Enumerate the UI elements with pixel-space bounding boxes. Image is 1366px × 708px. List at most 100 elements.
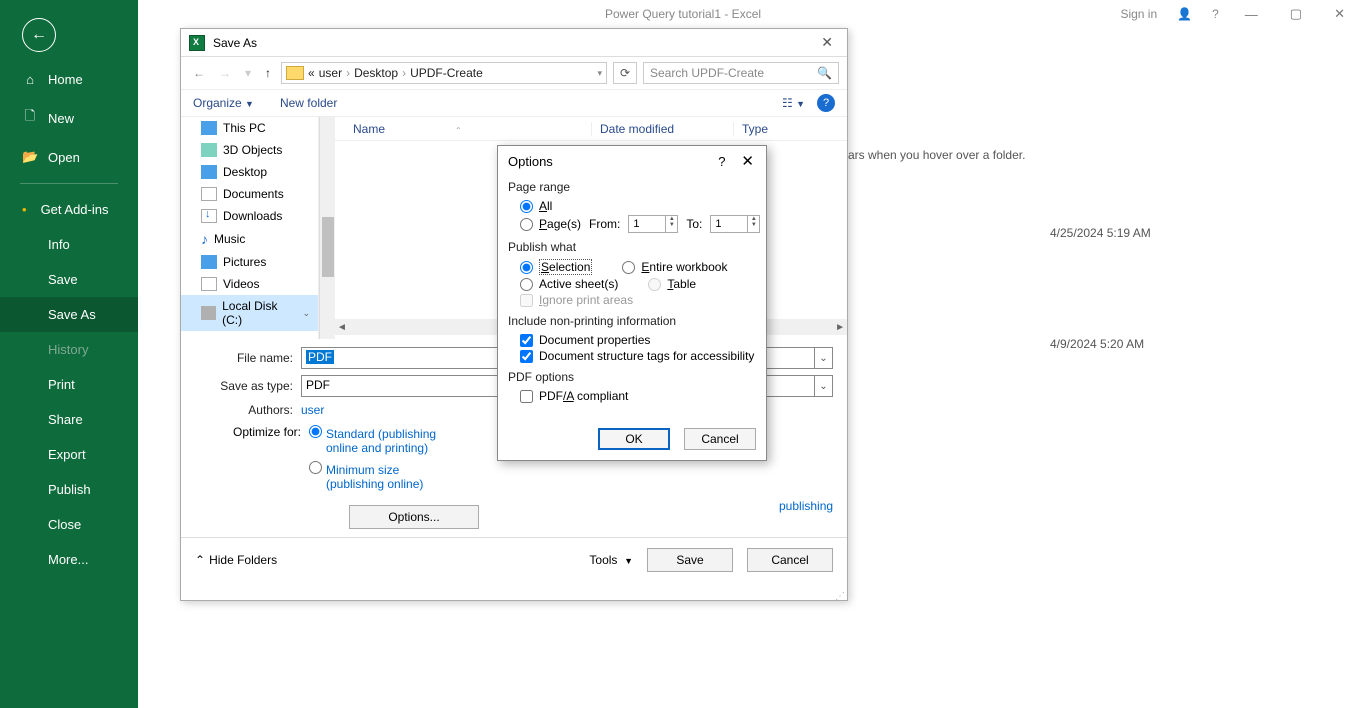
active-radio-input[interactable] bbox=[520, 278, 533, 291]
to-input[interactable] bbox=[711, 216, 747, 232]
save-as-title: Save As bbox=[213, 36, 257, 50]
address-bar[interactable]: « user › Desktop › UPDF-Create ▾ bbox=[281, 62, 607, 84]
tree-desktop[interactable]: Desktop bbox=[181, 161, 318, 183]
options-close-icon[interactable]: ✕ bbox=[739, 152, 756, 170]
doc-structure-tags-checkbox[interactable]: Document structure tags for accessibilit… bbox=[508, 348, 756, 364]
save-type-dropdown[interactable]: ⌄ bbox=[815, 375, 833, 397]
tools-menu[interactable]: Tools ▼ bbox=[589, 553, 633, 567]
nav-recent-dropdown-icon[interactable]: ▾ bbox=[241, 64, 255, 82]
scroll-right-icon[interactable]: ► bbox=[835, 322, 845, 333]
cancel-button[interactable]: Cancel bbox=[747, 548, 833, 572]
options-help-icon[interactable]: ? bbox=[718, 154, 725, 169]
pages-radio-input[interactable] bbox=[520, 218, 533, 231]
tree-scrollbar[interactable] bbox=[319, 117, 335, 339]
optimize-minimum-radio[interactable]: Minimum size(publishing online) bbox=[309, 459, 479, 491]
tree-3d-objects[interactable]: 3D Objects bbox=[181, 139, 318, 161]
from-input[interactable] bbox=[629, 216, 665, 232]
doc-tags-input[interactable] bbox=[520, 350, 533, 363]
sidebar-item-print[interactable]: Print bbox=[0, 367, 138, 402]
selection-radio-input[interactable] bbox=[520, 261, 533, 274]
hide-folders-button[interactable]: ⌃Hide Folders bbox=[195, 553, 277, 567]
options-button[interactable]: Options... bbox=[349, 505, 479, 529]
save-button[interactable]: Save bbox=[647, 548, 733, 572]
col-type[interactable]: Type bbox=[733, 122, 847, 136]
chevron-up-icon: ⌃ bbox=[195, 553, 205, 567]
pdfa-compliant-checkbox[interactable]: PDF/A compliant bbox=[508, 388, 756, 404]
sidebar-item-export[interactable]: Export bbox=[0, 437, 138, 472]
sidebar-item-close[interactable]: Close bbox=[0, 507, 138, 542]
pictures-icon bbox=[201, 255, 217, 269]
breadcrumb-desktop[interactable]: Desktop bbox=[354, 66, 398, 80]
back-button[interactable]: ← bbox=[0, 0, 138, 62]
tree-music[interactable]: ♪Music bbox=[181, 227, 318, 251]
organize-menu[interactable]: Organize ▼ bbox=[193, 96, 254, 110]
refresh-button[interactable]: ⟳ bbox=[613, 62, 637, 84]
breadcrumb-user[interactable]: user bbox=[319, 66, 342, 80]
file-name-dropdown[interactable]: ⌄ bbox=[815, 347, 833, 369]
close-icon[interactable]: ✕ bbox=[1328, 6, 1351, 22]
tree-this-pc[interactable]: This PC bbox=[181, 117, 318, 139]
pdfa-input[interactable] bbox=[520, 390, 533, 403]
resize-grip-icon[interactable]: ⋰ bbox=[835, 594, 845, 600]
breadcrumb-updf[interactable]: UPDF-Create bbox=[410, 66, 483, 80]
search-box[interactable]: Search UPDF-Create 🔍 bbox=[643, 62, 839, 84]
sidebar-item-open[interactable]: 📂Open bbox=[0, 139, 138, 175]
folder-tree: This PC 3D Objects Desktop Documents Dow… bbox=[181, 117, 319, 339]
active-sheets-radio[interactable]: Active sheet(s) bbox=[520, 277, 618, 291]
page-range-all-radio[interactable]: All bbox=[508, 198, 756, 214]
doc-properties-checkbox[interactable]: Document properties bbox=[508, 332, 756, 348]
sign-in-link[interactable]: Sign in bbox=[1120, 7, 1157, 21]
sidebar-item-info[interactable]: Info bbox=[0, 227, 138, 262]
optimize-standard-radio[interactable]: Standard (publishingonline and printing) bbox=[309, 423, 479, 455]
authors-label: Authors: bbox=[195, 403, 293, 417]
music-icon: ♪ bbox=[201, 231, 208, 247]
tree-videos[interactable]: Videos bbox=[181, 273, 318, 295]
save-as-toolbar: Organize ▼ New folder ☷ ▼ ? bbox=[181, 89, 847, 117]
entire-workbook-radio[interactable]: Entire workbook bbox=[622, 260, 727, 274]
tree-documents[interactable]: Documents bbox=[181, 183, 318, 205]
sidebar-item-save[interactable]: Save bbox=[0, 262, 138, 297]
from-spinner[interactable]: ▲▼ bbox=[628, 215, 678, 233]
sidebar-item-more[interactable]: More... bbox=[0, 542, 138, 577]
options-ok-button[interactable]: OK bbox=[598, 428, 670, 450]
breadcrumb-root[interactable]: « bbox=[308, 66, 315, 80]
entire-radio-input[interactable] bbox=[622, 261, 635, 274]
sidebar-item-share[interactable]: Share bbox=[0, 402, 138, 437]
help-button[interactable]: ? bbox=[817, 94, 835, 112]
authors-value[interactable]: user bbox=[301, 403, 324, 417]
options-cancel-button[interactable]: Cancel bbox=[684, 428, 756, 450]
pdf-options-heading: PDF options bbox=[508, 370, 756, 384]
page-range-pages-radio[interactable]: Page(s) From: ▲▼ To: ▲▼ bbox=[508, 214, 756, 234]
nav-back-icon[interactable]: ← bbox=[189, 64, 209, 82]
tree-downloads[interactable]: Downloads bbox=[181, 205, 318, 227]
sidebar-item-publish[interactable]: Publish bbox=[0, 472, 138, 507]
save-as-close-icon[interactable]: ✕ bbox=[815, 34, 839, 51]
restore-icon[interactable]: ▢ bbox=[1284, 6, 1308, 22]
selection-radio[interactable]: Selection bbox=[520, 259, 592, 275]
sidebar-item-home[interactable]: ⌂Home bbox=[0, 62, 138, 97]
scrollbar-thumb[interactable] bbox=[322, 217, 334, 277]
date-text-2: 4/9/2024 5:20 AM bbox=[1050, 337, 1144, 351]
excel-app-icon bbox=[189, 35, 205, 51]
doc-props-input[interactable] bbox=[520, 334, 533, 347]
col-name[interactable]: Name⌃ bbox=[335, 122, 591, 136]
tree-pictures[interactable]: Pictures bbox=[181, 251, 318, 273]
breadcrumb-sep-icon: › bbox=[346, 66, 350, 80]
view-mode-button[interactable]: ☷ ▼ bbox=[782, 96, 805, 110]
to-spinner[interactable]: ▲▼ bbox=[710, 215, 760, 233]
sidebar-item-get-addins[interactable]: •Get Add-ins bbox=[0, 192, 138, 227]
optimize-minimum-input[interactable] bbox=[309, 461, 322, 474]
all-radio-input[interactable] bbox=[520, 200, 533, 213]
scroll-left-icon[interactable]: ◄ bbox=[337, 322, 347, 333]
sidebar-item-save-as[interactable]: Save As bbox=[0, 297, 138, 332]
optimize-standard-input[interactable] bbox=[309, 425, 322, 438]
minimize-icon[interactable]: — bbox=[1239, 7, 1264, 22]
new-folder-button[interactable]: New folder bbox=[280, 96, 337, 110]
help-icon[interactable]: ? bbox=[1212, 7, 1219, 21]
nav-up-icon[interactable]: ↑ bbox=[261, 64, 275, 82]
account-icon[interactable]: 👤 bbox=[1177, 7, 1192, 21]
col-date[interactable]: Date modified bbox=[591, 122, 733, 136]
ignore-checkbox-input bbox=[520, 294, 533, 307]
sidebar-item-new[interactable]: 🗋New bbox=[0, 97, 138, 139]
tree-local-disk[interactable]: Local Disk (C:)⌄ bbox=[181, 295, 318, 331]
